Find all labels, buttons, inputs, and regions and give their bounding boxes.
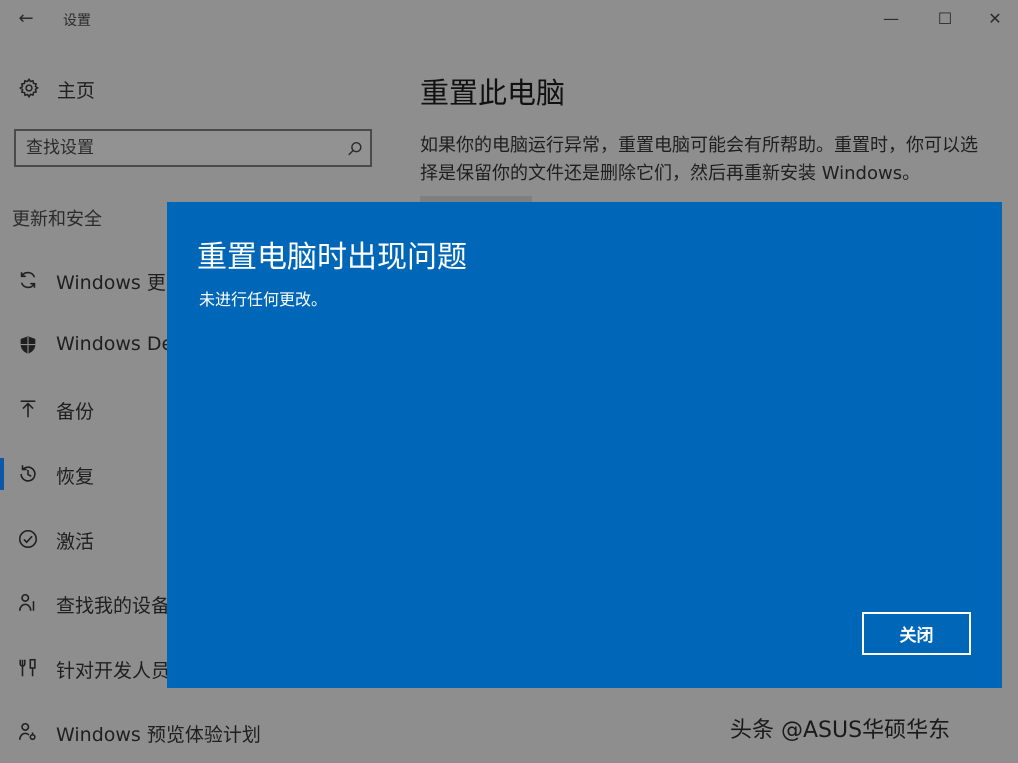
gear-icon [18,77,39,99]
search-icon [348,141,362,156]
close-button[interactable]: 关闭 [862,612,971,655]
history-icon [20,465,36,482]
home-label: 主页 [57,80,96,102]
dialog-title: 重置电脑时出现问题 [197,240,467,275]
back-button[interactable]: ← [14,8,38,30]
watermark: 头条 @ASUS华硕华东 [730,718,951,743]
dialog-message: 未进行任何更改。 [199,290,328,309]
search-box[interactable] [14,129,372,167]
sidebar-item-label: 备份 [56,401,95,423]
close-window-button[interactable]: ✕ [980,6,1010,32]
maximize-button[interactable]: ☐ [930,6,960,32]
back-arrow-icon: ← [18,8,34,29]
reset-error-dialog: 重置电脑时出现问题 未进行任何更改。 关闭 [167,202,1002,688]
section-heading: 更新和安全 [12,209,102,230]
insider-person-icon [18,722,36,741]
backup-arrow-icon [20,400,36,418]
developer-tools-icon [19,658,36,677]
page-description: 如果你的电脑运行异常，重置电脑可能会有所帮助。重置时，你可以选择是保留你的文件还… [420,135,978,184]
person-pin-icon [18,593,35,611]
title-bar: ← 设置 — ☐ ✕ [0,0,1018,40]
sidebar-item-label: 针对开发人员 [56,660,171,682]
sidebar-item-label: Windows 预览体验计划 [56,724,261,746]
check-circle-icon [18,529,38,549]
active-indicator [0,458,4,490]
search-input[interactable] [26,136,326,160]
sidebar-item-label: 查找我的设备 [56,595,171,617]
minimize-button[interactable]: — [876,6,906,32]
sidebar-item-label: 恢复 [56,466,95,488]
sidebar-item-label: Windows 更 [56,272,166,294]
sidebar-item-label: Windows De [56,333,174,355]
refresh-icon [20,271,36,289]
window-title: 设置 [63,13,91,29]
sidebar-item-windows-insider[interactable]: Windows 预览体验计划 [0,711,400,755]
shield-icon [20,336,36,354]
sidebar-item-label: 激活 [56,531,95,553]
page-title: 重置此电脑 [420,76,566,110]
